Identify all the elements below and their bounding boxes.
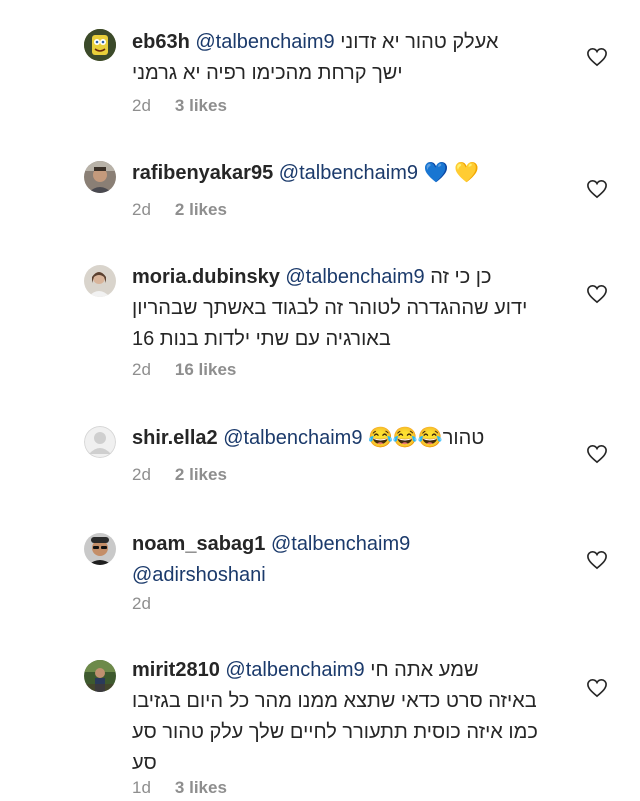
user-avatar[interactable] (84, 660, 116, 692)
mention-link[interactable]: @talbenchaim9 (285, 266, 424, 288)
mention-link[interactable]: @talbenchaim9 (225, 659, 364, 681)
comment-text: eb63h @talbenchaim9 אעלק טהור יא זדוני י… (132, 27, 562, 89)
comment-meta: 2d 3 likes (132, 96, 227, 116)
likes-count[interactable]: 2 likes (175, 200, 227, 219)
heart-icon[interactable] (586, 678, 608, 698)
man-avatar-icon (84, 161, 116, 193)
comment-meta: 2d (132, 594, 151, 614)
mention-link[interactable]: @talbenchaim9 (223, 427, 362, 449)
comment-time: 2d (132, 594, 151, 613)
user-avatar[interactable] (84, 161, 116, 193)
comment-line: אעלק טהור יא זדוני (340, 31, 499, 53)
comment-text: noam_sabag1 @talbenchaim9 @adirshoshani (132, 529, 562, 591)
comment-username[interactable]: moria.dubinsky (132, 266, 280, 288)
comment-username[interactable]: noam_sabag1 (132, 533, 265, 555)
spongebob-avatar-icon (84, 29, 116, 61)
comment-meta: 2d 2 likes (132, 200, 227, 220)
comment-line: טהור😂😂😂 (368, 427, 485, 449)
comment-line: ישך קרחת מהכימו רפיה יא גרמני (132, 62, 403, 84)
user-avatar[interactable] (84, 533, 116, 565)
heart-icon[interactable] (586, 284, 608, 304)
mention-link[interactable]: @talbenchaim9 (279, 162, 418, 184)
likes-count[interactable]: 16 likes (175, 360, 236, 379)
comment-text: mirit2810 @talbenchaim9 שמע אתה חי באיזה… (132, 655, 562, 779)
comment-line: באורגיה עם שתי ילדות בנות 16 (132, 328, 391, 350)
likes-count[interactable]: 2 likes (175, 465, 227, 484)
comment-username[interactable]: eb63h (132, 31, 190, 53)
heart-icon[interactable] (586, 550, 608, 570)
heart-icon[interactable] (586, 444, 608, 464)
woman-avatar-icon (84, 265, 116, 297)
comment-time: 2d (132, 200, 151, 219)
comment-text: moria.dubinsky @talbenchaim9 כן כי זה יד… (132, 262, 562, 355)
outdoor-avatar-icon (84, 660, 116, 692)
comment-time: 1d (132, 778, 151, 797)
comment-meta: 2d 16 likes (132, 360, 236, 380)
likes-count[interactable]: 3 likes (175, 778, 227, 797)
comment-username[interactable]: shir.ella2 (132, 427, 218, 449)
comment-line: שמע אתה חי (370, 659, 479, 681)
comment-username[interactable]: mirit2810 (132, 659, 220, 681)
comment-meta: 1d 3 likes (132, 778, 227, 798)
comment-line: סע (132, 752, 157, 774)
comment-line: ידוע שההגדרה לטוהר זה לבגוד באשתך שבהריו… (132, 297, 528, 319)
mention-link[interactable]: @talbenchaim9 (271, 533, 410, 555)
heart-icon[interactable] (586, 47, 608, 67)
comment-line: באיזה סרט כדאי שתצא ממנו מהר כל היום בגז… (132, 690, 537, 712)
sunglasses-avatar-icon (84, 533, 116, 565)
heart-icon[interactable] (586, 179, 608, 199)
comment-line: כמו איזה כוסית תתעורר לחיים שלך עלק טהור… (132, 721, 538, 743)
mention-link[interactable]: @adirshoshani (132, 564, 266, 586)
comment-text: rafibenyakar95 @talbenchaim9 💙 💛 (132, 158, 562, 189)
user-avatar[interactable] (84, 265, 116, 297)
likes-count[interactable]: 3 likes (175, 96, 227, 115)
comment-time: 2d (132, 360, 151, 379)
comment-meta: 2d 2 likes (132, 465, 227, 485)
comment-username[interactable]: rafibenyakar95 (132, 162, 273, 184)
comment-time: 2d (132, 465, 151, 484)
comment-time: 2d (132, 96, 151, 115)
comment-line: כן כי זה (430, 266, 492, 288)
default-avatar-icon (84, 426, 116, 458)
emoji-text: 💙 💛 (423, 162, 479, 184)
user-avatar[interactable] (84, 426, 116, 458)
user-avatar[interactable] (84, 29, 116, 61)
mention-link[interactable]: @talbenchaim9 (195, 31, 334, 53)
comment-text: shir.ella2 @talbenchaim9 טהור😂😂😂 (132, 423, 562, 454)
